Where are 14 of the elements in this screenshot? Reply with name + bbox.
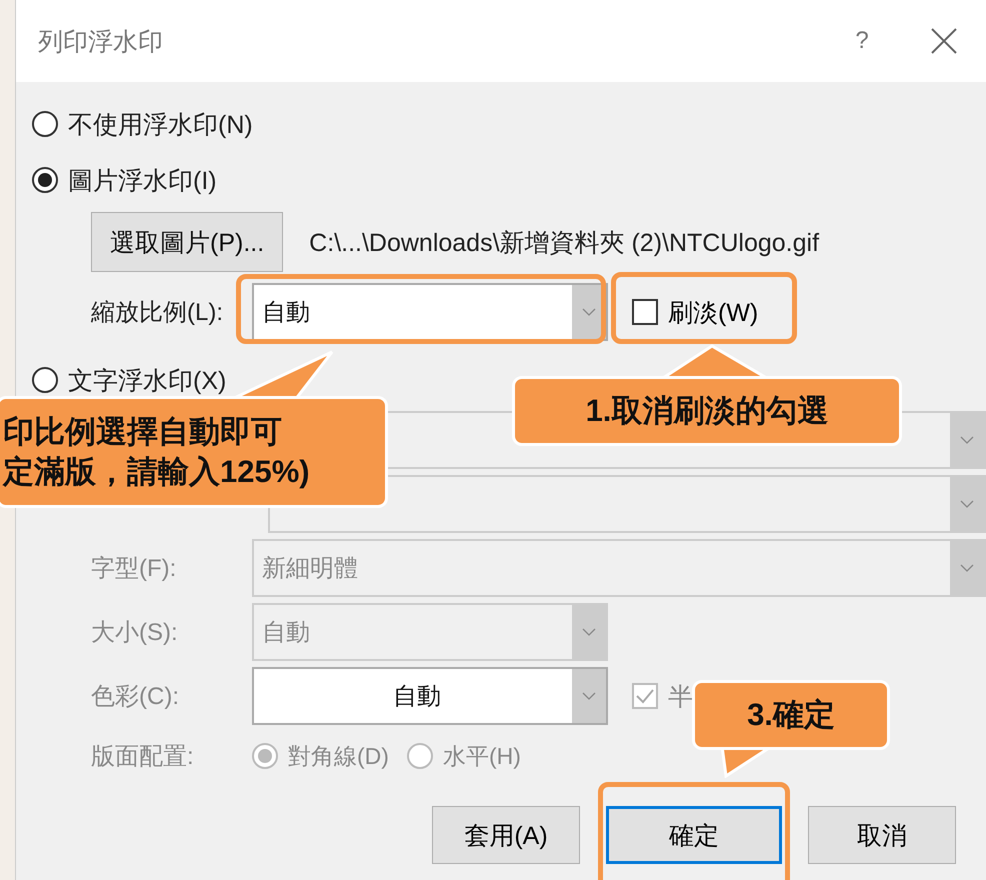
window-title: 列印浮水印 bbox=[38, 26, 164, 58]
radio-label: 水平(H) bbox=[442, 742, 521, 771]
field-label: 縮放比例(L): bbox=[91, 298, 224, 328]
field-label: 大小(S): bbox=[91, 618, 179, 648]
radio-label: 圖片浮水印(I) bbox=[68, 166, 217, 196]
field-label: 字型(F): bbox=[91, 554, 178, 584]
file-path: C:\...\Downloads\新增資料夾 (2)\NTCUlogo.gif bbox=[309, 228, 820, 258]
field-label: 版面配置: bbox=[91, 742, 195, 772]
checkbox-label: 刷淡(W) bbox=[668, 298, 758, 328]
checkbox-label: 半 bbox=[668, 682, 693, 712]
radio-label: 不使用浮水印(N) bbox=[68, 110, 253, 140]
field-label: 色彩(C): bbox=[91, 682, 180, 712]
radio-label: 對角線(D) bbox=[288, 742, 389, 771]
radio-label: 文字浮水印(X) bbox=[68, 366, 226, 396]
